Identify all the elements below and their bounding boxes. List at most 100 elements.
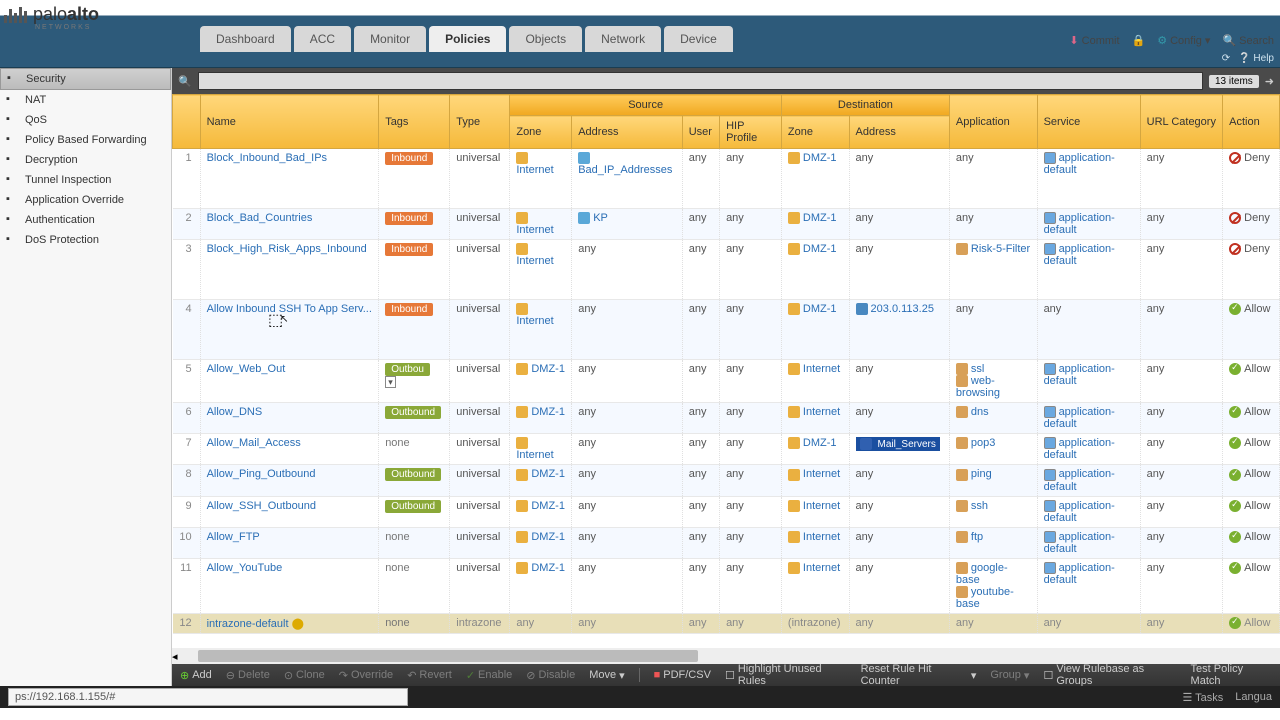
tasks-link[interactable]: ☰ Tasks bbox=[1182, 691, 1223, 704]
delete-button[interactable]: ⊖Delete bbox=[226, 669, 270, 682]
col-type[interactable]: Type bbox=[450, 95, 510, 149]
zone-icon bbox=[516, 500, 528, 512]
revert-button[interactable]: ↶Revert bbox=[407, 669, 452, 682]
service-icon bbox=[1044, 562, 1056, 574]
move-menu[interactable]: Move▾ bbox=[589, 669, 624, 682]
app-icon bbox=[956, 437, 968, 449]
highlight-unused-toggle[interactable]: ☐Highlight Unused Rules bbox=[725, 663, 847, 686]
service-icon bbox=[1044, 243, 1056, 255]
zone-icon bbox=[788, 531, 800, 543]
test-policy-match-button[interactable]: Test Policy Match bbox=[1191, 663, 1272, 686]
tab-network[interactable]: Network bbox=[585, 26, 661, 52]
col-saddr[interactable]: Address bbox=[572, 116, 683, 149]
table-row[interactable]: 6Allow_DNSOutbounduniversalDMZ-1anyanyan… bbox=[173, 403, 1280, 434]
tab-policies[interactable]: Policies bbox=[429, 26, 506, 52]
search-button[interactable]: 🔍Search bbox=[1222, 34, 1274, 47]
tab-monitor[interactable]: Monitor bbox=[354, 26, 426, 52]
col-dzone[interactable]: Zone bbox=[781, 116, 849, 149]
table-row[interactable]: 9Allow_SSH_OutboundOutbounduniversalDMZ-… bbox=[173, 496, 1280, 527]
address-icon bbox=[578, 212, 590, 224]
col-daddr[interactable]: Address bbox=[849, 116, 949, 149]
sidebar-item-dos-protection[interactable]: ▪DoS Protection bbox=[0, 230, 171, 250]
rule-name[interactable]: Allow_DNS bbox=[207, 406, 263, 418]
sidebar-item-qos[interactable]: ▪QoS bbox=[0, 110, 171, 130]
zone-icon bbox=[516, 363, 528, 375]
app-icon bbox=[956, 562, 968, 574]
service-icon bbox=[1044, 406, 1056, 418]
horizontal-scrollbar[interactable]: ◂ bbox=[172, 648, 1280, 664]
policy-icon: ▪ bbox=[6, 113, 20, 127]
zone-icon bbox=[788, 152, 800, 164]
col-tags[interactable]: Tags bbox=[379, 95, 450, 149]
sidebar-item-authentication[interactable]: ▪Authentication bbox=[0, 210, 171, 230]
col-hip[interactable]: HIP Profile bbox=[720, 116, 782, 149]
table-row[interactable]: 11Allow_YouTubenoneuniversalDMZ-1anyanya… bbox=[173, 558, 1280, 613]
table-row[interactable]: 10Allow_FTPnoneuniversalDMZ-1anyanyanyIn… bbox=[173, 527, 1280, 558]
sidebar-item-nat[interactable]: ▪NAT bbox=[0, 90, 171, 110]
policy-icon: ▪ bbox=[6, 133, 20, 147]
rule-name[interactable]: Allow_Mail_Access bbox=[207, 437, 301, 449]
rule-name[interactable]: Allow_YouTube bbox=[207, 562, 283, 574]
deny-icon bbox=[1229, 212, 1241, 224]
override-button[interactable]: ↷Override bbox=[339, 669, 393, 682]
table-row[interactable]: 3Block_High_Risk_Apps_InboundInbounduniv… bbox=[173, 240, 1280, 300]
service-icon bbox=[1044, 531, 1056, 543]
config-menu[interactable]: ⚙Config▾ bbox=[1157, 34, 1210, 47]
table-row[interactable]: 1Block_Inbound_Bad_IPsInbounduniversalIn… bbox=[173, 149, 1280, 209]
sidebar-item-policy-based-forwarding[interactable]: ▪Policy Based Forwarding bbox=[0, 130, 171, 150]
add-button[interactable]: ⊕Add bbox=[180, 669, 212, 682]
zone-icon bbox=[788, 437, 800, 449]
commit-button[interactable]: ⬇Commit bbox=[1069, 34, 1119, 47]
table-row[interactable]: 12intrazone-default ⬤noneintrazoneanyany… bbox=[173, 613, 1280, 633]
tab-dashboard[interactable]: Dashboard bbox=[200, 26, 291, 52]
clone-button[interactable]: ⊙Clone bbox=[284, 669, 325, 682]
brand-logo: paloalto bbox=[4, 4, 99, 25]
zone-icon bbox=[788, 363, 800, 375]
col-name[interactable]: Name bbox=[200, 95, 379, 149]
zone-icon bbox=[516, 303, 528, 315]
rule-name[interactable]: Block_Bad_Countries bbox=[207, 212, 313, 224]
rule-name[interactable]: Allow_SSH_Outbound bbox=[207, 500, 316, 512]
rule-name[interactable]: Allow_Ping_Outbound bbox=[207, 468, 316, 480]
filter-input[interactable] bbox=[198, 72, 1203, 90]
col-szone[interactable]: Zone bbox=[510, 116, 572, 149]
group-menu[interactable]: Group▾ bbox=[990, 669, 1029, 682]
sidebar-item-application-override[interactable]: ▪Application Override bbox=[0, 190, 171, 210]
rule-name[interactable]: intrazone-default bbox=[207, 618, 289, 630]
language-link[interactable]: Langua bbox=[1235, 691, 1272, 704]
disable-button[interactable]: ⊘Disable bbox=[526, 669, 575, 682]
sidebar-item-tunnel-inspection[interactable]: ▪Tunnel Inspection bbox=[0, 170, 171, 190]
pdf-csv-button[interactable]: ■PDF/CSV bbox=[654, 669, 711, 681]
tab-device[interactable]: Device bbox=[664, 26, 733, 52]
allow-icon bbox=[1229, 363, 1241, 375]
help-button[interactable]: ❔ Help bbox=[1238, 53, 1274, 64]
col-app[interactable]: Application bbox=[949, 95, 1037, 149]
rule-name[interactable]: Allow Inbound SSH To App Serv... bbox=[207, 303, 372, 315]
view-as-groups-toggle[interactable]: ☐View Rulebase as Groups bbox=[1043, 663, 1176, 686]
sidebar-item-security[interactable]: ▪Security bbox=[0, 68, 171, 90]
sidebar-item-decryption[interactable]: ▪Decryption bbox=[0, 150, 171, 170]
tab-objects[interactable]: Objects bbox=[509, 26, 582, 52]
table-row[interactable]: 5Allow_Web_OutOutbou ▾universalDMZ-1anya… bbox=[173, 360, 1280, 403]
table-row[interactable]: 8Allow_Ping_OutboundOutbounduniversalDMZ… bbox=[173, 465, 1280, 496]
col-action[interactable]: Action bbox=[1223, 95, 1280, 149]
rule-name[interactable]: Block_Inbound_Bad_IPs bbox=[207, 152, 327, 164]
col-svc[interactable]: Service bbox=[1037, 95, 1140, 149]
reset-hit-counter-menu[interactable]: Reset Rule Hit Counter▾ bbox=[861, 663, 977, 686]
lock-icon[interactable]: 🔒 bbox=[1132, 34, 1146, 47]
table-row[interactable]: 7Allow_Mail_AccessnoneuniversalInterneta… bbox=[173, 434, 1280, 465]
col-url[interactable]: URL Category bbox=[1140, 95, 1222, 149]
rule-name[interactable]: Allow_FTP bbox=[207, 531, 260, 543]
rule-name[interactable]: Block_High_Risk_Apps_Inbound bbox=[207, 243, 367, 255]
table-row[interactable]: 2Block_Bad_CountriesInbounduniversalInte… bbox=[173, 209, 1280, 240]
policy-icon: ▪ bbox=[6, 213, 20, 227]
rule-name[interactable]: Allow_Web_Out bbox=[207, 363, 286, 375]
policy-icon: ▪ bbox=[7, 72, 21, 86]
allow-icon bbox=[1229, 562, 1241, 574]
table-row[interactable]: 4Allow Inbound SSH To App Serv...Inbound… bbox=[173, 300, 1280, 360]
enable-button[interactable]: ✓Enable bbox=[466, 669, 512, 682]
refresh-icon[interactable]: ⟳ bbox=[1222, 53, 1230, 64]
col-user[interactable]: User bbox=[682, 116, 719, 149]
export-icon[interactable]: ➜ bbox=[1265, 75, 1274, 88]
tab-acc[interactable]: ACC bbox=[294, 26, 351, 52]
